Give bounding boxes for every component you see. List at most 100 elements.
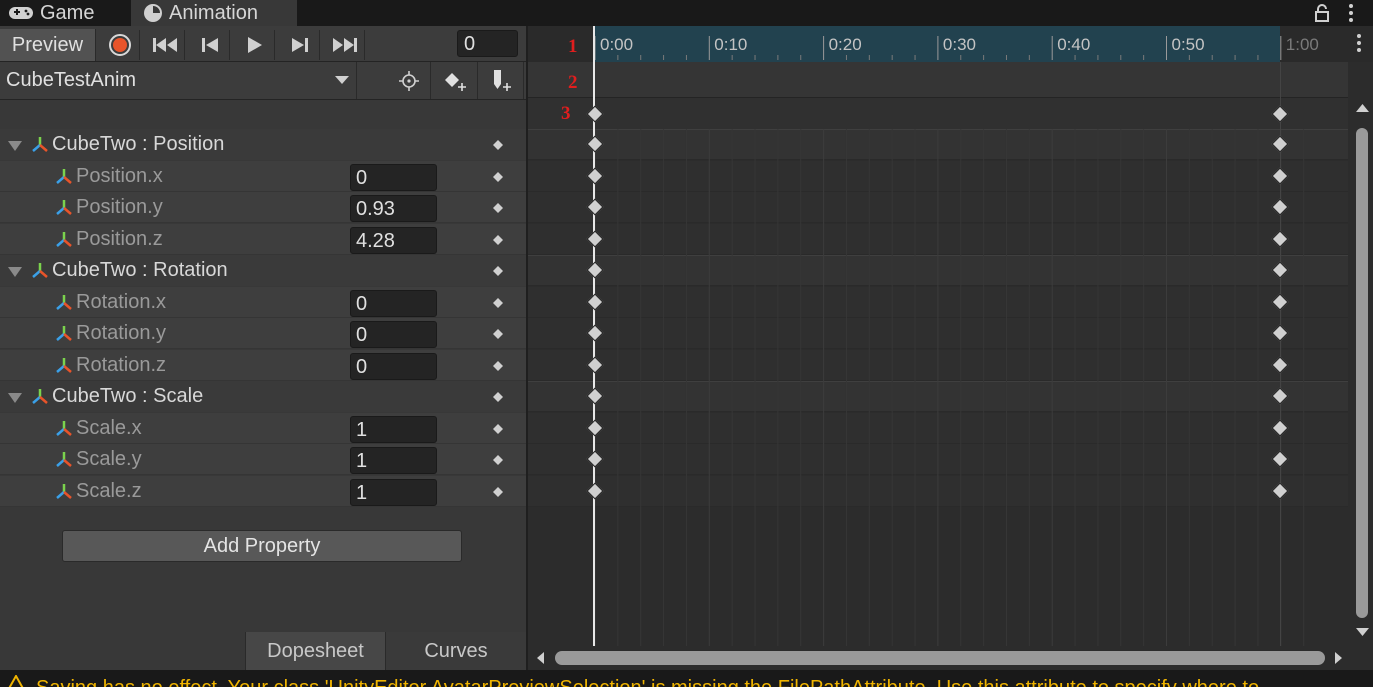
- keyframe-toggle-icon[interactable]: [493, 298, 503, 308]
- track-row[interactable]: [528, 287, 1348, 318]
- tab-animation[interactable]: Animation: [131, 0, 297, 26]
- property-row[interactable]: Rotation.x 0: [0, 287, 526, 318]
- property-value-field[interactable]: 0: [350, 321, 437, 348]
- property-row[interactable]: Scale.y 1: [0, 444, 526, 475]
- lock-icon[interactable]: [1313, 3, 1331, 23]
- tab-dopesheet[interactable]: Dopesheet: [245, 632, 386, 670]
- horizontal-scrollbar[interactable]: [528, 646, 1373, 670]
- keyframe-toggle-icon[interactable]: [493, 172, 503, 182]
- property-value-field[interactable]: 0: [350, 290, 437, 317]
- play-icon: [247, 37, 262, 53]
- expand-arrow-icon[interactable]: [8, 141, 22, 151]
- track-row[interactable]: [528, 444, 1348, 475]
- property-label: CubeTwo : Rotation: [52, 259, 228, 281]
- dropdown-arrow-icon: [335, 76, 349, 84]
- last-keyframe-button[interactable]: [325, 30, 365, 60]
- keyframe-toggle-icon[interactable]: [493, 361, 503, 371]
- event-track[interactable]: [528, 62, 1348, 98]
- property-row[interactable]: Rotation.z 0: [0, 350, 526, 381]
- keyframe-toggle-icon[interactable]: [493, 266, 503, 276]
- playback-toolbar: Preview 0: [0, 26, 526, 62]
- property-label: Position.x: [76, 165, 163, 187]
- clip-bar: CubeTestAnim: [0, 62, 526, 100]
- previous-keyframe-button[interactable]: [190, 30, 230, 60]
- track-row[interactable]: [528, 318, 1348, 349]
- track-row[interactable]: [528, 129, 1348, 160]
- transform-icon: [56, 326, 72, 341]
- add-event-icon: [493, 69, 511, 91]
- property-row[interactable]: Rotation.y 0: [0, 318, 526, 349]
- transform-icon: [56, 421, 72, 436]
- keyframe-tracks: [528, 129, 1348, 634]
- vertical-scroll-thumb[interactable]: [1356, 128, 1368, 618]
- keyframe-toggle-icon[interactable]: [493, 235, 503, 245]
- clip-dropdown[interactable]: CubeTestAnim: [0, 62, 357, 99]
- play-button[interactable]: [235, 30, 275, 60]
- property-value-field[interactable]: 0: [350, 353, 437, 380]
- expand-arrow-icon[interactable]: [8, 267, 22, 277]
- property-label: CubeTwo : Position: [52, 133, 225, 155]
- keyframe-toggle-icon[interactable]: [493, 329, 503, 339]
- property-value-field[interactable]: 0.93: [350, 195, 437, 222]
- track-row[interactable]: [528, 161, 1348, 192]
- more-options-icon[interactable]: [1345, 2, 1357, 24]
- add-keyframe-button[interactable]: [434, 62, 478, 99]
- horizontal-scroll-thumb[interactable]: [555, 651, 1325, 665]
- property-row[interactable]: Scale.z 1: [0, 476, 526, 507]
- skip-to-start-icon: [152, 38, 177, 52]
- keyframe-toggle-icon[interactable]: [493, 392, 503, 402]
- gamepad-icon: [9, 7, 33, 19]
- property-row[interactable]: Position.z 4.28: [0, 224, 526, 255]
- keyframe-toggle-icon[interactable]: [493, 203, 503, 213]
- keyframe-toggle-icon[interactable]: [493, 424, 503, 434]
- property-label: Position.z: [76, 228, 163, 250]
- track-row[interactable]: [528, 413, 1348, 444]
- first-keyframe-button[interactable]: [145, 30, 185, 60]
- clip-name: CubeTestAnim: [6, 69, 137, 91]
- time-ruler[interactable]: 0:00 0:10 0:20 0:30 0:40 0:50 1:00: [528, 26, 1373, 62]
- add-event-button[interactable]: [480, 62, 524, 99]
- property-value-field[interactable]: 4.28: [350, 227, 437, 254]
- track-row[interactable]: [528, 350, 1348, 381]
- summary-track[interactable]: [528, 98, 1348, 129]
- property-value-field[interactable]: 0: [350, 164, 437, 191]
- property-row[interactable]: Position.x 0: [0, 161, 526, 192]
- tab-curves[interactable]: Curves: [386, 632, 526, 670]
- track-row[interactable]: [528, 476, 1348, 507]
- property-row[interactable]: Position.y 0.93: [0, 192, 526, 223]
- preview-button[interactable]: Preview: [0, 29, 96, 61]
- property-value-field[interactable]: 1: [350, 479, 437, 506]
- step-back-icon: [201, 38, 218, 52]
- keyframe-toggle-icon[interactable]: [493, 455, 503, 465]
- tab-animation-label: Animation: [169, 1, 258, 24]
- add-property-button[interactable]: Add Property: [62, 530, 462, 562]
- frame-input[interactable]: 0: [457, 30, 518, 57]
- ruler-tick-label: 0:00: [600, 35, 634, 54]
- filter-by-selection-button[interactable]: [387, 62, 431, 99]
- property-row[interactable]: Scale.x 1: [0, 413, 526, 444]
- property-value-field[interactable]: 1: [350, 416, 437, 443]
- property-group-row[interactable]: CubeTwo : Rotation: [0, 255, 526, 286]
- track-row[interactable]: [528, 224, 1348, 255]
- tab-bar: Game Animation: [0, 0, 1373, 26]
- crosshair-icon: [398, 70, 419, 91]
- expand-arrow-icon[interactable]: [8, 393, 22, 403]
- track-row[interactable]: [528, 255, 1348, 286]
- tab-game[interactable]: Game: [8, 0, 94, 26]
- record-icon: [108, 34, 131, 56]
- record-button[interactable]: [100, 30, 140, 60]
- transform-icon: [32, 263, 48, 278]
- track-row[interactable]: [528, 381, 1348, 412]
- scroll-left-icon[interactable]: [534, 651, 548, 665]
- next-keyframe-button[interactable]: [280, 30, 320, 60]
- keyframe-toggle-icon[interactable]: [493, 487, 503, 497]
- keyframe-toggle-icon[interactable]: [493, 140, 503, 150]
- scroll-right-icon[interactable]: [1331, 651, 1345, 665]
- property-group-row[interactable]: CubeTwo : Scale: [0, 381, 526, 412]
- property-group-row[interactable]: CubeTwo : Position: [0, 129, 526, 160]
- track-row[interactable]: [528, 192, 1348, 223]
- clock-icon: [144, 4, 162, 22]
- property-value-field[interactable]: 1: [350, 447, 437, 474]
- timeline-options-icon[interactable]: [1354, 32, 1364, 54]
- transform-icon: [56, 200, 72, 215]
